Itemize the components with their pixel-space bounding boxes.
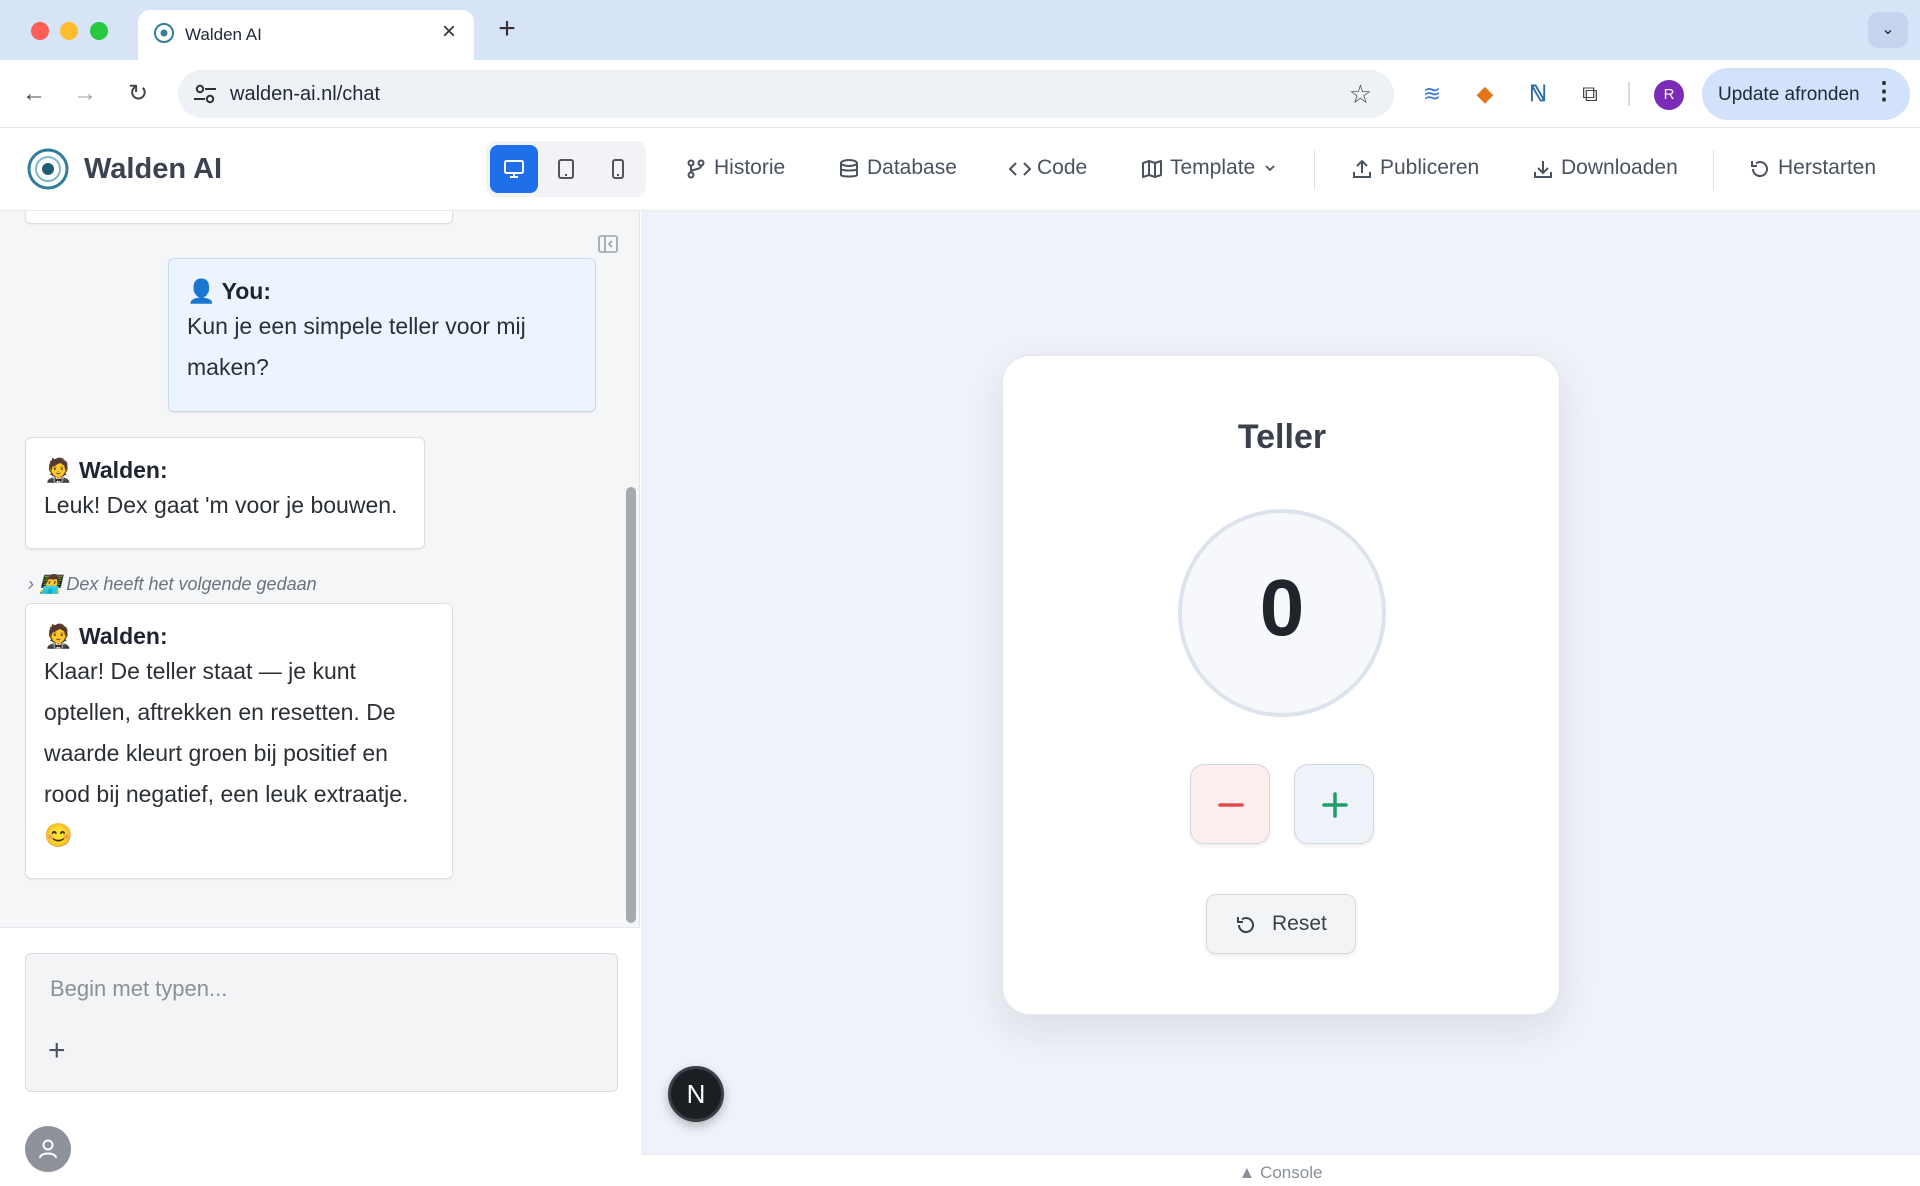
message-text: Kun je een simpele teller voor mij maken… [187, 313, 526, 380]
tab-title: Walden AI [185, 25, 262, 44]
tab-strip: Walden AI × + ⌄ [0, 0, 1920, 60]
app-header: Walden AI Historie Database Code Templat… [0, 128, 1920, 211]
chat-message-previous [25, 211, 453, 224]
add-attachment-icon[interactable]: + [48, 1036, 66, 1066]
message-composer[interactable]: Begin met typen... + [25, 953, 618, 1092]
message-author: 🤵 Walden: [44, 457, 168, 483]
reload-icon[interactable]: ↻ [121, 77, 155, 111]
extension-layers-icon[interactable]: ≋ [1416, 78, 1448, 110]
tablet-view-button[interactable] [542, 145, 590, 193]
close-tab-icon[interactable]: × [436, 19, 462, 45]
tablet-icon [558, 159, 574, 179]
user-avatar[interactable] [25, 1126, 71, 1172]
reset-label: Reset [1272, 912, 1327, 935]
chat-pane: 👤 You: Kun je een simpele teller voor mi… [0, 211, 640, 1186]
nav-herstarten-label: Herstarten [1778, 156, 1877, 179]
restart-icon [1751, 161, 1768, 178]
favicon-icon [154, 23, 174, 43]
brand-name: Walden AI [84, 153, 223, 185]
message-text: Leuk! Dex gaat 'm voor je bouwen. [44, 492, 398, 518]
minus-icon [1218, 803, 1244, 807]
reset-button[interactable]: Reset [1206, 894, 1356, 954]
upload-icon [1353, 159, 1371, 178]
user-icon [39, 1139, 57, 1159]
browser-tab[interactable]: Walden AI × [138, 10, 474, 60]
nav-database-label: Database [867, 156, 957, 179]
update-button[interactable]: Update afronden ⋮ [1702, 68, 1910, 120]
url-text: walden-ai.nl/chat [230, 83, 381, 105]
more-menu-icon[interactable]: ⋮ [1872, 80, 1896, 104]
chat-messages[interactable]: 👤 You: Kun je een simpele teller voor mi… [0, 211, 640, 927]
nav-historie-label: Historie [714, 156, 786, 179]
header-divider [1314, 150, 1315, 190]
message-text: Klaar! De teller staat — je kunt optelle… [44, 658, 409, 848]
bookmark-star-icon[interactable]: ☆ [1349, 79, 1372, 110]
database-icon [840, 159, 858, 178]
tab-search-icon[interactable]: ⌄ [1868, 12, 1908, 48]
extensions-puzzle-icon[interactable]: ⧉ [1574, 78, 1606, 110]
device-toggle-group [486, 141, 646, 197]
nav-downloaden-label: Downloaden [1561, 156, 1678, 179]
close-window-button[interactable] [31, 22, 49, 40]
collapse-sidebar-icon[interactable] [597, 233, 619, 255]
counter-display: 0 [1178, 509, 1386, 717]
chat-message-assistant: 🤵 Walden: Klaar! De teller staat — je ku… [25, 603, 453, 879]
maximize-window-button[interactable] [90, 22, 108, 40]
download-icon [1534, 161, 1552, 178]
dex-activity-label: 👨‍💻 Dex heeft het volgende gedaan [39, 574, 317, 594]
nav-code-label: Code [1037, 156, 1088, 179]
back-icon[interactable]: ← [17, 77, 51, 111]
chat-message-assistant: 🤵 Walden: Leuk! Dex gaat 'm voor je bouw… [25, 437, 425, 549]
console-toggle[interactable]: ▲ Console [641, 1154, 1920, 1186]
walden-logo-icon [27, 148, 69, 190]
browser-toolbar: ← → ↻ walden-ai.nl/chat ☆ ≋ ◆ ℕ ⧉ R Upda… [0, 60, 1920, 128]
map-icon [1142, 160, 1162, 178]
desktop-view-button[interactable] [490, 145, 538, 193]
forward-icon[interactable]: → [68, 77, 102, 111]
toolbar-divider [1628, 82, 1630, 106]
message-author: 👤 You: [187, 278, 272, 304]
nav-template-label: Template [1170, 156, 1256, 179]
header-divider [1713, 150, 1714, 190]
console-label: ▲ Console [1238, 1163, 1323, 1182]
counter-card: Teller 0 Reset [1002, 355, 1560, 1015]
address-bar[interactable]: walden-ai.nl/chat ☆ [178, 70, 1394, 118]
preview-pane: Teller 0 Reset N [641, 211, 1920, 1154]
dex-activity-toggle[interactable]: › 👨‍💻 Dex heeft het volgende gedaan [28, 574, 317, 595]
message-author: 🤵 Walden: [44, 623, 168, 649]
nav-template[interactable]: Template [1141, 155, 1281, 185]
mobile-view-button[interactable] [594, 145, 642, 193]
nav-publiceren-label: Publiceren [1380, 156, 1480, 179]
git-branch-icon [687, 159, 705, 179]
chevron-down-icon [1265, 165, 1275, 172]
code-icon [1008, 162, 1032, 176]
minimize-window-button[interactable] [60, 22, 78, 40]
counter-title: Teller [1237, 418, 1327, 456]
update-label: Update afronden [1718, 84, 1860, 105]
desktop-icon [504, 160, 524, 178]
extension-n-icon[interactable]: ℕ [1522, 78, 1554, 110]
mobile-icon [612, 159, 624, 179]
new-tab-icon[interactable]: + [491, 14, 523, 46]
chat-scrollbar[interactable] [626, 487, 636, 923]
reset-icon [1237, 917, 1254, 934]
browser-window: Walden AI × + ⌄ ← → ↻ walden-ai.nl/chat … [0, 0, 1920, 1186]
decrement-button[interactable] [1190, 764, 1270, 844]
profile-avatar[interactable]: R [1654, 80, 1684, 110]
counter-value: 0 [1259, 563, 1305, 652]
plus-icon [1322, 792, 1348, 818]
site-settings-icon[interactable] [192, 82, 218, 106]
message-input[interactable]: Begin met typen... [50, 976, 227, 1002]
composer-area: Begin met typen... + [0, 927, 640, 1186]
chat-message-user: 👤 You: Kun je een simpele teller voor mi… [168, 258, 596, 412]
extension-fox-icon[interactable]: ◆ [1469, 78, 1501, 110]
increment-button[interactable] [1294, 764, 1374, 844]
nextjs-devtools-badge[interactable]: N [668, 1066, 724, 1122]
app: Walden AI Historie Database Code Templat… [0, 128, 1920, 1186]
